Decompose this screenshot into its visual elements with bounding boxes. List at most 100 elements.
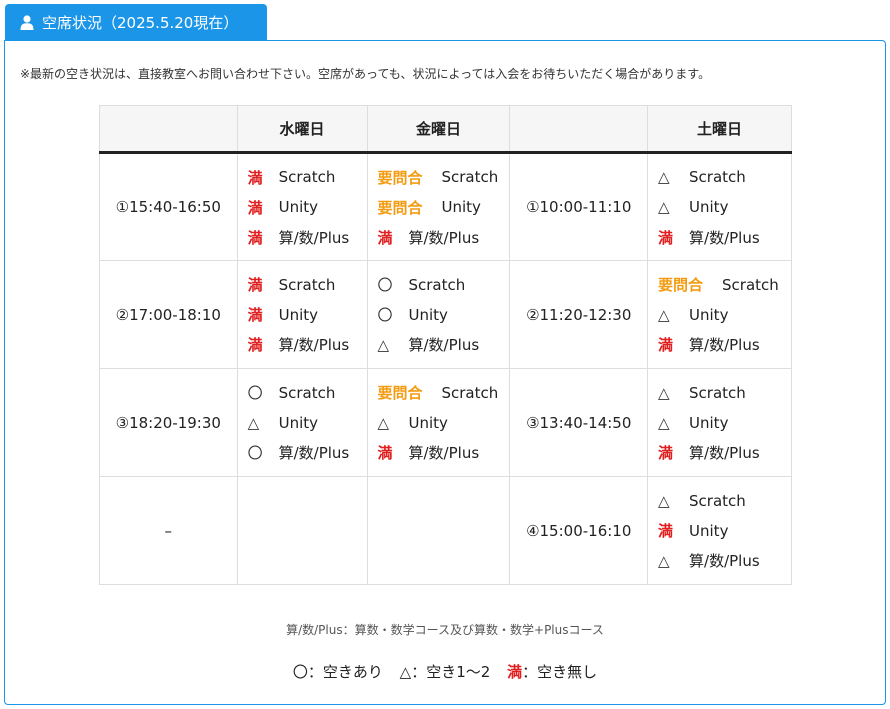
availability-tab[interactable]: 空席状況（2025.5.20現在） xyxy=(5,4,267,40)
course-name: 算/数/Plus xyxy=(278,336,350,354)
availability-mark: 満 xyxy=(247,168,263,187)
course-name: Unity xyxy=(278,305,319,324)
availability-mark: 〇 xyxy=(377,306,393,324)
table-row: ①15:40-16:50 満 Scratch 満 Unity 満算/数/Plus 要問合 Sc… xyxy=(99,152,792,261)
availability-mark: 満 xyxy=(658,336,674,354)
availability-mark: △ xyxy=(377,335,390,354)
availability-cell: △ Scratch △ Unity 満算/数/Plus xyxy=(647,152,792,261)
availability-panel: ※最新の空き状況は、直接教室へお問い合わせ下さい。空席があっても、状況によっては… xyxy=(4,40,886,705)
course-name: 算/数/Plus xyxy=(408,336,480,354)
availability-mark: 満 xyxy=(247,198,263,217)
course-name: Scratch xyxy=(689,383,746,402)
course-availability-item: 要問合 Scratch xyxy=(658,270,791,300)
availability-mark: 満 xyxy=(658,228,674,247)
availability-mark: △ xyxy=(658,198,670,216)
course-availability-item: 要問合 Unity xyxy=(378,192,510,222)
table-row: ③18:20-19:30 〇 Scratch △ Unity 〇算/数/Plus 要問合 Sc… xyxy=(99,368,792,477)
course-availability-item: 満算/数/Plus xyxy=(378,438,510,468)
availability-mark: 満 xyxy=(377,228,393,247)
course-name: Unity xyxy=(408,305,448,324)
course-availability-item: △ 算/数/Plus xyxy=(378,330,510,360)
availability-cell: 要問合 Scratch △ Unity 満算/数/Plus xyxy=(647,260,792,369)
course-availability-item: 満 Scratch xyxy=(248,162,367,192)
course-availability-item: 〇 Scratch xyxy=(378,270,510,300)
course-name: Scratch xyxy=(689,168,746,186)
legend-available: 〇：空きあり xyxy=(292,663,383,681)
course-availability-item: △ Unity xyxy=(248,408,367,438)
availability-mark: 要問合 xyxy=(377,384,423,402)
course-availability-item: 満算/数/Plus xyxy=(248,222,367,252)
course-availability-item: △ Scratch xyxy=(658,162,791,192)
availability-cell: 満 Scratch 満 Unity 満算/数/Plus xyxy=(236,260,368,369)
availability-mark: △ xyxy=(658,383,670,402)
header-cell-friday: 金曜日 xyxy=(366,105,511,154)
course-availability-item: 〇 Unity xyxy=(378,300,510,330)
course-name: 算/数/Plus xyxy=(689,552,760,570)
availability-mark: 満 xyxy=(377,444,393,462)
course-availability-item: 満 Unity xyxy=(658,516,791,546)
time-slot-cell: ②17:00-18:10 xyxy=(99,260,238,369)
legend-full-mark: 満 xyxy=(507,663,523,681)
course-name: 算/数/Plus xyxy=(408,228,480,247)
course-name: Unity xyxy=(278,198,319,216)
availability-mark: 満 xyxy=(658,522,674,540)
course-availability-item: △ Unity xyxy=(658,192,791,222)
notice-text: ※最新の空き状況は、直接教室へお問い合わせ下さい。空席があっても、状況によっては… xyxy=(20,67,711,81)
course-abbreviation-note: 算/数/Plus：算数・数学コース及び算数・数学+Plusコース xyxy=(286,623,604,637)
availability-mark: △ xyxy=(658,305,670,324)
schedule-table: 水曜日 金曜日 土曜日 ①15:40-16:50 満 Scratch 満 Unity 満算… xyxy=(99,105,792,585)
time-slot-cell: ③18:20-19:30 xyxy=(99,368,238,477)
availability-mark: 満 xyxy=(247,336,263,354)
availability-mark: 要問合 xyxy=(377,168,423,187)
time-slot-cell: ①10:00-11:10 xyxy=(509,152,649,261)
table-row: – ④15:00-16:10 △ Scratch 満 Unity △ 算/数/Plus xyxy=(99,476,792,585)
course-availability-item: 満算/数/Plus xyxy=(658,438,791,468)
availability-mark: 〇 xyxy=(247,384,263,402)
availability-mark: 〇 xyxy=(377,276,393,294)
table-header-row: 水曜日 金曜日 土曜日 xyxy=(99,105,792,154)
course-availability-item: △ Unity xyxy=(658,408,791,438)
course-availability-item: △ Unity xyxy=(658,300,791,330)
course-name: Scratch xyxy=(441,168,499,186)
legend-few: △：空き1～2 xyxy=(399,663,491,681)
header-cell-saturday: 土曜日 xyxy=(647,105,792,154)
time-slot-cell: – xyxy=(99,476,238,585)
availability-mark: △ xyxy=(658,491,670,510)
course-name: 算/数/Plus xyxy=(278,444,350,462)
course-name: Unity xyxy=(689,521,729,540)
availability-mark: 〇 xyxy=(247,444,263,462)
availability-mark: △ xyxy=(658,413,670,432)
course-availability-item: 要問合 Scratch xyxy=(378,378,510,408)
course-name: Unity xyxy=(689,198,729,216)
course-name: Unity xyxy=(689,413,729,432)
availability-mark: 要問合 xyxy=(658,276,704,294)
time-slot-cell: ④15:00-16:10 xyxy=(509,476,649,585)
availability-cell: 〇 Scratch 〇 Unity △ 算/数/Plus xyxy=(366,260,511,369)
course-availability-item: 〇 Scratch xyxy=(248,378,367,408)
course-name: 算/数/Plus xyxy=(689,336,760,354)
course-availability-item: △ Scratch xyxy=(658,486,791,516)
course-availability-item: 満 Unity xyxy=(248,300,367,330)
availability-cell: 満 Scratch 満 Unity 満算/数/Plus xyxy=(236,152,368,261)
course-name: Scratch xyxy=(441,383,499,402)
availability-cell xyxy=(236,476,368,585)
time-slot-cell: ①15:40-16:50 xyxy=(99,152,238,261)
course-availability-item: 〇算/数/Plus xyxy=(248,438,367,468)
header-cell xyxy=(509,105,649,154)
course-availability-item: △ Scratch xyxy=(658,378,791,408)
course-name: Unity xyxy=(408,413,448,432)
time-slot-cell: ②11:20-12:30 xyxy=(509,260,649,369)
table-row: ②17:00-18:10 満 Scratch 満 Unity 満算/数/Plus 〇 Scra… xyxy=(99,260,792,369)
course-name: Scratch xyxy=(278,383,336,402)
availability-mark: 満 xyxy=(247,276,263,294)
availability-mark: 満 xyxy=(247,228,263,247)
course-availability-item: 満算/数/Plus xyxy=(378,222,510,252)
course-name: 算/数/Plus xyxy=(408,444,480,462)
availability-mark: 満 xyxy=(658,444,674,462)
course-name: 算/数/Plus xyxy=(278,228,350,247)
tab-title: 空席状況（2025.5.20現在） xyxy=(42,13,239,32)
course-name: Unity xyxy=(441,198,481,216)
course-name: Scratch xyxy=(408,275,466,294)
availability-cell: △ Scratch 満 Unity △ 算/数/Plus xyxy=(647,476,792,585)
user-icon xyxy=(20,14,34,30)
